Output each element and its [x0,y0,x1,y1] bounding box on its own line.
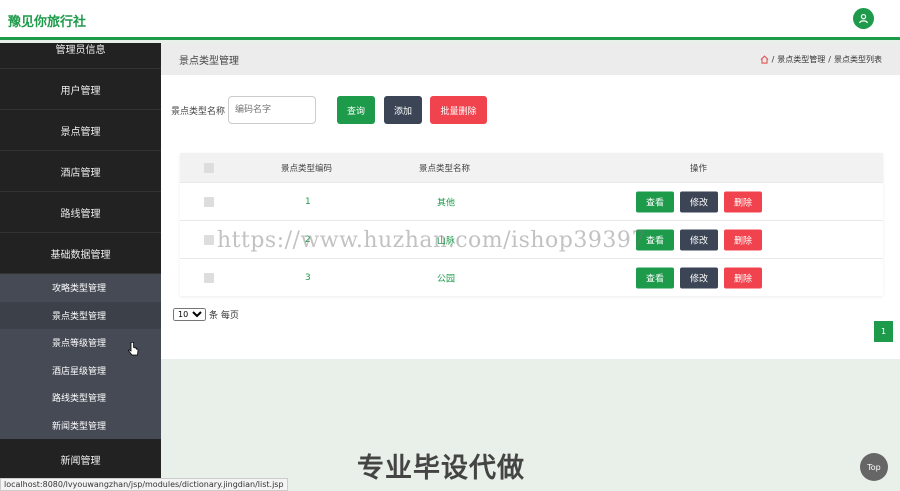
table-row: 1 其他 查看 修改 删除 [180,182,883,220]
brand-title: 豫见你旅行社 [8,15,87,30]
add-button[interactable]: 添加 [384,96,423,124]
sidebar-item-news[interactable]: 新闻管理 [0,439,161,480]
delete-button[interactable]: 删除 [724,229,762,250]
sidebar-item-users[interactable]: 用户管理 [0,69,161,110]
table-header: 景点类型编码 景点类型名称 操作 [180,153,883,182]
breadcrumb-separator: / [771,54,775,64]
submenu-item-route-types[interactable]: 路线类型管理 [0,384,161,412]
view-button[interactable]: 查看 [636,191,674,212]
row-checkbox[interactable] [204,272,214,283]
query-button[interactable]: 查询 [337,96,376,124]
edit-button[interactable]: 修改 [680,267,718,288]
table-row: 3 公园 查看 修改 删除 [180,258,883,296]
type-name-input[interactable] [228,96,317,124]
edit-button[interactable]: 修改 [680,191,718,212]
header-ops: 操作 [690,163,708,174]
row-actions: 查看 修改 删除 [636,191,762,212]
main-content: 景点类型管理 / 景点类型管理 / 景点类型列表 景点类型名称 查询 添加 批量… [161,43,900,359]
breadcrumb: / 景点类型管理 / 景点类型列表 [760,54,882,65]
row-actions: 查看 修改 删除 [636,229,762,250]
submenu-item-hotel-stars[interactable]: 酒店星级管理 [0,357,161,385]
sidebar-item-admin-info[interactable]: 管理员信息 [0,43,161,69]
back-to-top-button[interactable]: Top [860,453,888,481]
page-size-suffix: 条 每页 [209,311,239,321]
batch-delete-button[interactable]: 批量删除 [430,96,488,124]
sidebar-item-attractions[interactable]: 景点管理 [0,110,161,151]
row-name: 公园 [437,274,456,284]
page-title: 景点类型管理 [179,55,239,67]
user-icon[interactable] [853,8,874,29]
top-bar: 豫见你旅行社 [0,0,900,40]
page-size-control: 10 条 每页 [173,308,239,321]
search-label: 景点类型名称 [171,106,226,117]
header-code: 景点类型编码 [281,163,333,174]
view-button[interactable]: 查看 [636,267,674,288]
row-actions: 查看 修改 删除 [636,267,762,288]
header-name: 景点类型名称 [419,163,471,174]
submenu-item-attraction-types[interactable]: 景点类型管理 [0,301,161,329]
breadcrumb-item-current: 景点类型列表 [834,54,882,64]
breadcrumb-separator: / [828,54,831,64]
edit-button[interactable]: 修改 [680,229,718,250]
search-bar: 景点类型名称 查询 添加 批量删除 [171,96,488,124]
select-all-checkbox[interactable] [204,162,214,173]
page-button-current[interactable]: 1 [874,321,893,342]
row-code: 3 [305,272,311,283]
row-checkbox[interactable] [204,196,214,207]
submenu-item-guide-types[interactable]: 攻略类型管理 [0,274,161,302]
row-checkbox[interactable] [204,234,214,245]
breadcrumb-item[interactable]: 景点类型管理 [777,54,825,65]
delete-button[interactable]: 删除 [724,191,762,212]
sidebar-item-basic-data[interactable]: 基础数据管理 [0,233,161,274]
mouse-cursor-icon [128,342,139,356]
sidebar-item-hotels[interactable]: 酒店管理 [0,151,161,192]
home-icon[interactable] [760,54,769,64]
submenu-item-news-types[interactable]: 新闻类型管理 [0,412,161,440]
basic-data-submenu: 攻略类型管理 景点类型管理 景点等级管理 酒店星级管理 路线类型管理 新闻类型管… [0,274,161,439]
row-name: 其他 [437,198,456,208]
title-bar: 景点类型管理 / 景点类型管理 / 景点类型列表 [161,43,900,75]
watermark-text: https://www.huzhan.com/ishop39397 [217,228,646,253]
promo-text: 专业毕设代做 [357,453,525,484]
page-size-select[interactable]: 10 [173,308,206,321]
sidebar: 管理员信息 用户管理 景点管理 酒店管理 路线管理 基础数据管理 攻略类型管理 … [0,43,161,491]
row-code: 1 [305,196,311,207]
delete-button[interactable]: 删除 [724,267,762,288]
data-table: 景点类型编码 景点类型名称 操作 1 其他 查看 修改 删除 2 山脉 查看 修… [180,153,883,296]
status-bar-url: localhost:8080/lvyouwangzhan/jsp/modules… [0,478,288,491]
sidebar-item-routes[interactable]: 路线管理 [0,192,161,233]
